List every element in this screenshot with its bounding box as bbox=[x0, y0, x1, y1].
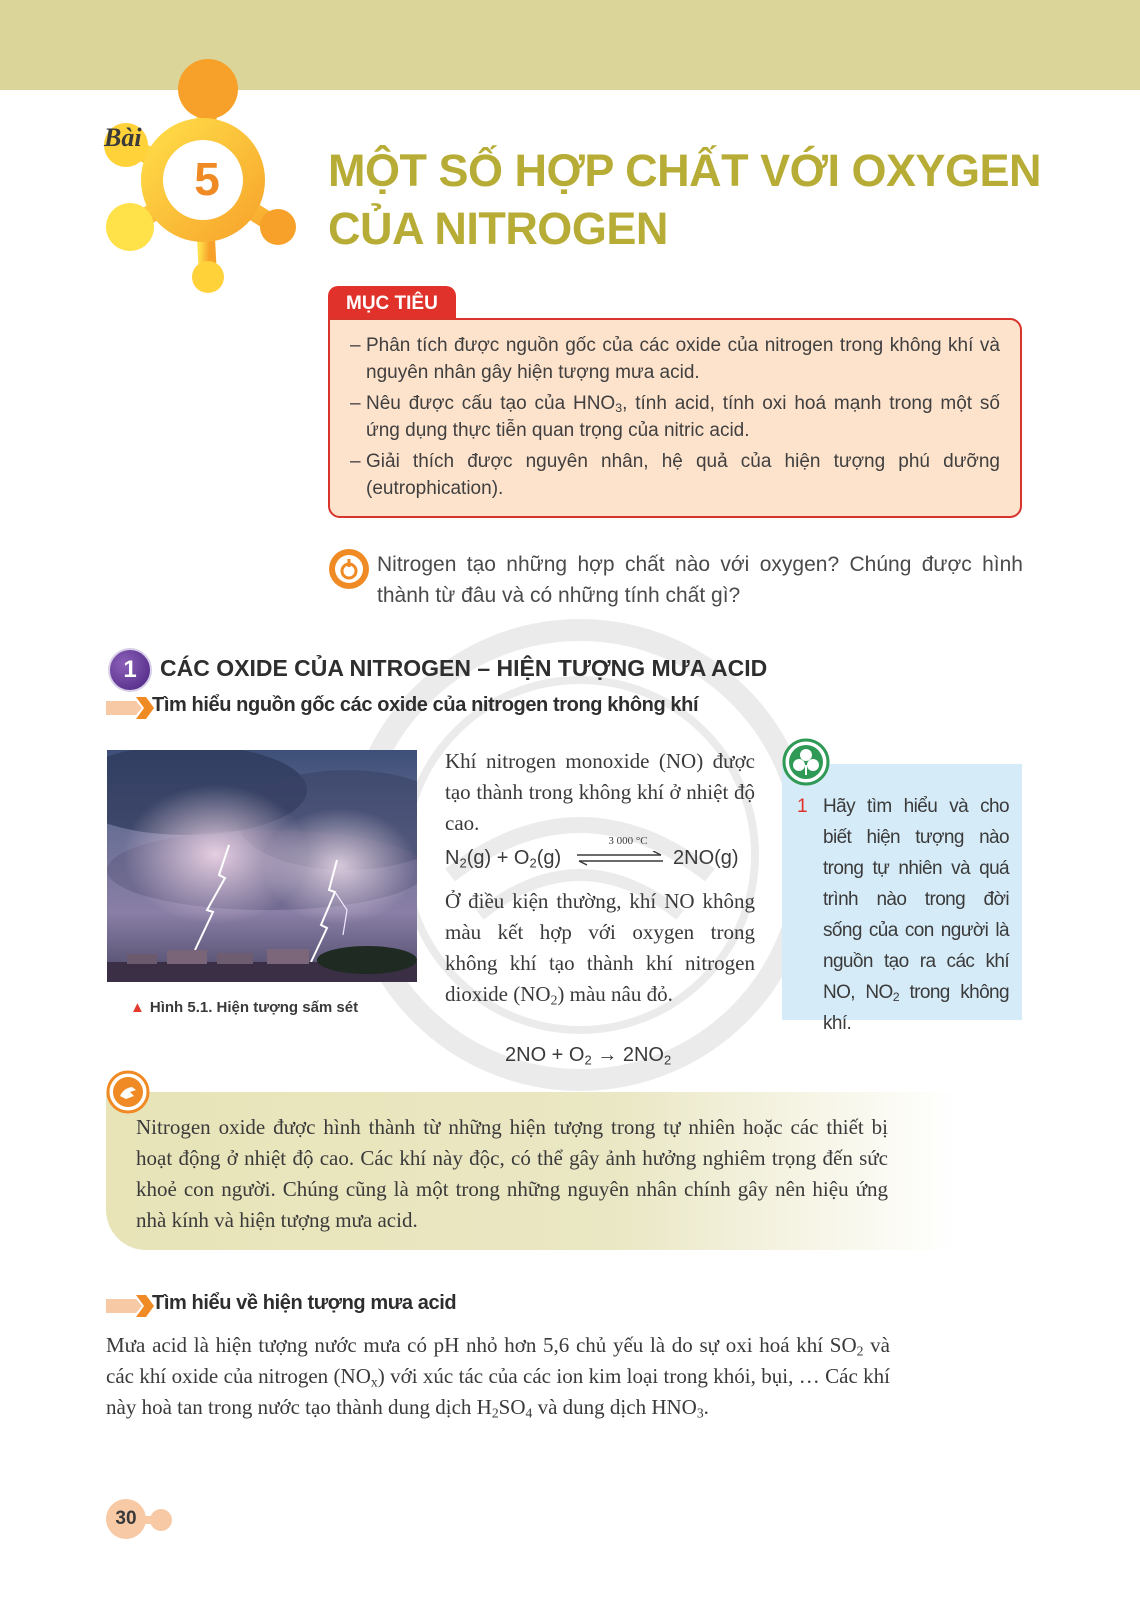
arrow-icon bbox=[106, 1295, 154, 1317]
objective-item: – Giải thích được nguyên nhân, hệ quả của… bbox=[350, 451, 1000, 499]
page-title: MỘT SỐ HỢP CHẤT VỚI OXYGEN CỦA NITROGEN bbox=[328, 142, 1048, 258]
lesson-word: Bài bbox=[104, 123, 142, 152]
acid-rain-paragraph: Mưa acid là hiện tượng nước mưa có pH nh… bbox=[106, 1333, 891, 1421]
page-number-decoration bbox=[150, 1509, 172, 1531]
lightning-photo bbox=[107, 750, 417, 982]
paragraph-no2-formation: Ở điều kiện thường, khí NO không màu kết… bbox=[445, 889, 755, 1008]
title-line-1: MỘT SỐ HỢP CHẤT VỚI OXYGEN bbox=[328, 145, 1042, 196]
section-title: CÁC OXIDE CỦA NITROGEN – HIỆN TƯỢNG MƯA … bbox=[160, 655, 768, 681]
side-question-number: 1 bbox=[797, 796, 808, 817]
key-note-text: Nitrogen oxide được hình thành từ những … bbox=[136, 1115, 888, 1232]
subsection-title: Tìm hiểu về hiện tượng mưa acid bbox=[152, 1292, 457, 1314]
question-icon bbox=[329, 549, 369, 589]
objectives-label: MỤC TIÊU bbox=[328, 286, 456, 322]
paragraph-no-formation: Khí nitrogen monoxide (NO) được tạo thàn… bbox=[445, 749, 755, 835]
reaction-condition: 3 000 °C bbox=[608, 835, 648, 847]
lesson-number: 5 bbox=[194, 153, 220, 205]
title-line-2: CỦA NITROGEN bbox=[328, 203, 668, 254]
objective-item: – Phân tích được nguồn gốc của các oxide … bbox=[350, 335, 1000, 383]
side-question-text: Hãy tìm hiểu và cho biết hiện tượng nào … bbox=[823, 796, 1010, 1034]
equation-no2-formation: 2NO + O2 → 2NO2 bbox=[505, 1044, 672, 1068]
hand-icon bbox=[106, 1070, 150, 1114]
equation-no-formation: N2(g) + O2(g) 3 000 °C 2NO(g) bbox=[445, 835, 739, 871]
section-number-badge: 1 bbox=[108, 648, 152, 692]
objective-item: – Nêu được cấu tạo của HNO3, tính acid, t… bbox=[350, 393, 1000, 441]
opening-question: Nitrogen tạo những hợp chất nào với oxyg… bbox=[377, 553, 1023, 607]
page-number: 30 bbox=[106, 1499, 146, 1539]
figure-caption: ▲ Hình 5.1. Hiện tượng sấm sét bbox=[130, 999, 359, 1016]
subsection-title: Tìm hiểu nguồn gốc các oxide của nitroge… bbox=[152, 694, 699, 716]
objectives-box: – Phân tích được nguồn gốc của các oxide … bbox=[328, 318, 1022, 518]
arrow-icon bbox=[106, 697, 154, 719]
triangle-icon: ▲ bbox=[130, 999, 145, 1016]
clover-icon bbox=[782, 738, 830, 786]
equilibrium-arrow-icon bbox=[577, 851, 663, 866]
